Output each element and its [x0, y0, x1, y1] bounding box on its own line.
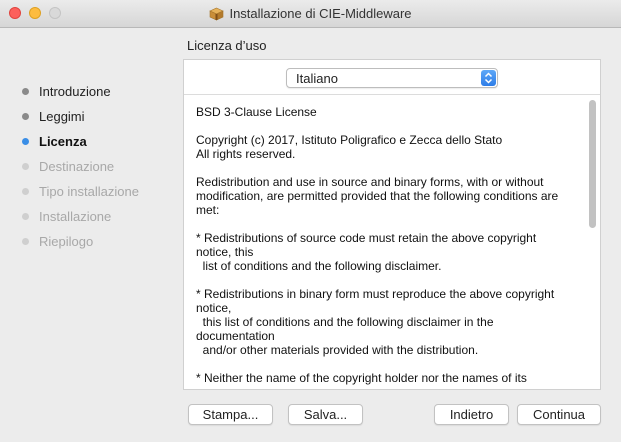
language-select-value: Italiano — [296, 71, 338, 86]
step-status-dot — [22, 137, 29, 145]
window-title: Installazione di CIE-Middleware — [229, 6, 412, 21]
print-button[interactable]: Stampa... — [188, 404, 273, 425]
license-text[interactable]: BSD 3-Clause License Copyright (c) 2017,… — [196, 105, 588, 389]
window-title-area: Installazione di CIE-Middleware — [0, 0, 621, 27]
step-label: Licenza — [39, 133, 87, 149]
step-label: Leggimi — [39, 108, 85, 124]
step-status-dot — [22, 112, 29, 120]
panel-divider — [184, 94, 600, 95]
license-paragraph: * Neither the name of the copyright hold… — [196, 371, 527, 385]
sidebar-step-leggimi: Leggimi — [22, 106, 85, 126]
license-paragraph: Redistribution and use in source and bin… — [196, 175, 559, 217]
title-bar: Installazione di CIE-Middleware — [0, 0, 621, 28]
sidebar-step-installazione: Installazione — [22, 206, 111, 226]
step-label: Tipo installazione — [39, 183, 139, 199]
sidebar-step-destinazione: Destinazione — [22, 156, 114, 176]
step-status-dot — [22, 187, 29, 195]
step-status-dot — [22, 162, 29, 170]
step-status-dot — [22, 212, 29, 220]
package-icon — [209, 7, 225, 21]
sidebar-step-introduzione: Introduzione — [22, 81, 111, 101]
license-paragraph: BSD 3-Clause License — [196, 105, 317, 119]
step-label: Riepilogo — [39, 233, 94, 249]
step-status-dot — [22, 237, 29, 245]
steps-sidebar: Introduzione Leggimi Licenza Destinazion… — [0, 28, 182, 442]
save-button[interactable]: Salva... — [288, 404, 363, 425]
sidebar-step-licenza: Licenza — [22, 131, 87, 151]
license-scrollbar[interactable] — [589, 100, 596, 228]
step-status-dot — [22, 87, 29, 95]
step-label: Destinazione — [39, 158, 115, 174]
section-title: Licenza d’uso — [187, 38, 267, 53]
license-paragraph: * Redistributions of source code must re… — [196, 231, 537, 273]
back-button[interactable]: Indietro — [434, 404, 509, 425]
sidebar-step-riepilogo: Riepilogo — [22, 231, 93, 251]
installer-window: Installazione di CIE-Middleware Introduz… — [0, 0, 621, 442]
sidebar-step-tipo-installazione: Tipo installazione — [22, 181, 139, 201]
step-label: Introduzione — [39, 83, 111, 99]
step-label: Installazione — [39, 208, 112, 224]
language-select[interactable]: Italiano — [286, 68, 498, 88]
license-paragraph: * Redistributions in binary form must re… — [196, 287, 555, 357]
license-paragraph: Copyright (c) 2017, Istituto Poligrafico… — [196, 133, 503, 161]
continue-button[interactable]: Continua — [517, 404, 601, 425]
select-stepper-icon — [481, 70, 496, 86]
